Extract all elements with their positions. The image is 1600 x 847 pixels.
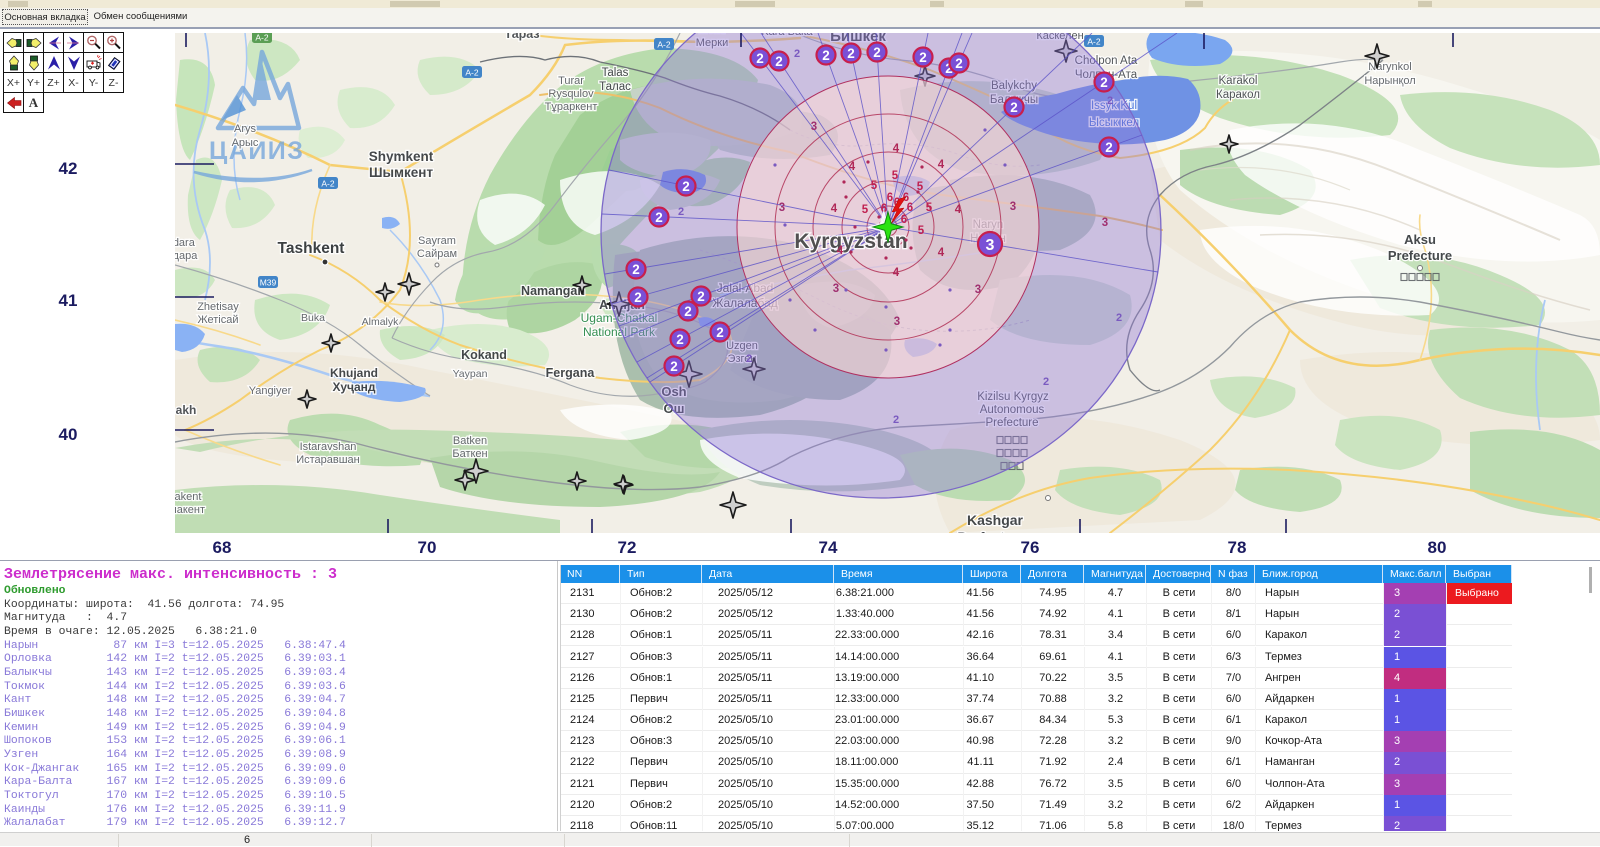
svg-text:Sayram: Sayram: [418, 235, 456, 247]
svg-text:2: 2: [756, 51, 764, 66]
svg-text:3: 3: [779, 202, 785, 214]
svg-text:4: 4: [938, 159, 945, 171]
svg-text:Karakol: Karakol: [1219, 75, 1258, 87]
svg-text:A-2: A-2: [657, 40, 671, 50]
svg-text:2: 2: [684, 304, 692, 319]
svg-text:Баткен: Баткен: [452, 448, 487, 460]
svg-text:4: 4: [938, 247, 945, 259]
svg-text:4: 4: [893, 267, 900, 279]
svg-text:Prefecture: Prefecture: [957, 529, 1026, 533]
svg-text:Almalyk: Almalyk: [362, 316, 400, 328]
svg-text:2: 2: [632, 262, 640, 277]
svg-text:Тараз: Тараз: [504, 33, 539, 41]
svg-text:akent: akent: [175, 491, 201, 503]
svg-text:Zhetisay: Zhetisay: [197, 301, 239, 313]
svg-text:Shymkent: Shymkent: [369, 149, 434, 164]
svg-text:Хуҷанд: Хуҷанд: [332, 380, 375, 394]
svg-text:Prefecture: Prefecture: [1388, 248, 1452, 263]
svg-text:2: 2: [655, 210, 663, 225]
svg-text:Istaravshan: Istaravshan: [300, 441, 357, 453]
svg-text:Талас: Талас: [599, 81, 631, 93]
svg-text:2: 2: [634, 290, 642, 305]
svg-text:2: 2: [893, 414, 899, 426]
svg-text:4: 4: [893, 143, 900, 155]
svg-text:Fergana: Fergana: [546, 366, 596, 380]
svg-text:Kokand: Kokand: [461, 348, 507, 362]
svg-text:2: 2: [1100, 75, 1108, 90]
svg-text:3: 3: [894, 316, 900, 328]
svg-text:A-2: A-2: [255, 33, 269, 43]
svg-text:2: 2: [670, 359, 678, 374]
svg-text:2: 2: [1116, 312, 1122, 324]
svg-text:2: 2: [682, 179, 690, 194]
svg-text:2: 2: [955, 56, 963, 71]
svg-text:2: 2: [1043, 376, 1049, 388]
svg-text:6: 6: [887, 192, 893, 204]
svg-text:M39: M39: [260, 278, 277, 288]
svg-text:Арыс: Арыс: [232, 137, 259, 149]
svg-text:3: 3: [986, 237, 995, 254]
svg-text:Batken: Batken: [453, 435, 487, 447]
svg-text:Rysqulov: Rysqulov: [548, 88, 594, 100]
svg-text:5: 5: [871, 180, 878, 192]
svg-text:5: 5: [918, 225, 925, 237]
svg-text:2: 2: [697, 289, 705, 304]
svg-text:Нарынқол: Нарынқол: [1364, 75, 1415, 87]
svg-text:рдара: рдара: [175, 250, 198, 262]
svg-text:4: 4: [955, 204, 962, 216]
svg-text:6: 6: [907, 202, 913, 214]
svg-text:3: 3: [833, 283, 839, 295]
svg-text:Истаравшан: Истаравшан: [296, 454, 360, 466]
svg-text:2: 2: [873, 45, 881, 60]
svg-text:Buka: Buka: [301, 312, 325, 324]
svg-text:2: 2: [822, 48, 830, 63]
svg-text:5: 5: [926, 202, 933, 214]
svg-text:Жетісай: Жетісай: [197, 314, 238, 326]
svg-text:Tashkent: Tashkent: [278, 240, 345, 257]
svg-text:Turar: Turar: [558, 75, 584, 87]
svg-text:A-2: A-2: [321, 179, 335, 189]
svg-text:6: 6: [901, 214, 907, 226]
svg-text:2: 2: [794, 48, 800, 60]
svg-text:4: 4: [837, 245, 844, 257]
svg-text:3: 3: [811, 121, 817, 133]
svg-text:2: 2: [1010, 100, 1018, 115]
svg-text:Khujand: Khujand: [330, 366, 378, 380]
svg-text:3: 3: [975, 284, 981, 296]
svg-text:Yangiyer: Yangiyer: [249, 385, 292, 397]
svg-text:3: 3: [1010, 201, 1016, 213]
svg-text:Yaypan: Yaypan: [453, 368, 488, 380]
svg-text:A-2: A-2: [1087, 37, 1101, 47]
svg-text:rdara: rdara: [175, 237, 196, 249]
svg-text:2: 2: [919, 50, 927, 65]
svg-text:4: 4: [849, 161, 856, 173]
svg-text:2: 2: [676, 332, 684, 347]
svg-text:4: 4: [831, 203, 838, 215]
svg-text:A-2: A-2: [465, 68, 479, 78]
svg-text:5: 5: [862, 204, 869, 216]
svg-text:Шымкент: Шымкент: [369, 165, 434, 180]
svg-text:Arys: Arys: [234, 123, 257, 135]
svg-text:3: 3: [1102, 217, 1108, 229]
svg-text:чакент: чакент: [175, 504, 205, 516]
svg-text:akh: akh: [176, 403, 197, 417]
svg-text:Каракол: Каракол: [1216, 89, 1260, 101]
svg-text:Kashgar: Kashgar: [967, 512, 1024, 528]
svg-text:Сайрам: Сайрам: [417, 248, 457, 260]
svg-text:2: 2: [1105, 140, 1113, 155]
svg-text:2: 2: [847, 46, 855, 61]
svg-text:2: 2: [678, 206, 684, 218]
svg-text:5: 5: [892, 170, 899, 182]
svg-text:Aksu: Aksu: [1404, 232, 1436, 247]
svg-text:2: 2: [716, 325, 724, 340]
svg-text:Тұраркент: Тұраркент: [545, 101, 598, 113]
svg-text:2: 2: [746, 353, 752, 365]
svg-text:2: 2: [1107, 95, 1113, 107]
svg-text:Talas: Talas: [602, 67, 629, 79]
svg-text:2: 2: [775, 54, 783, 69]
